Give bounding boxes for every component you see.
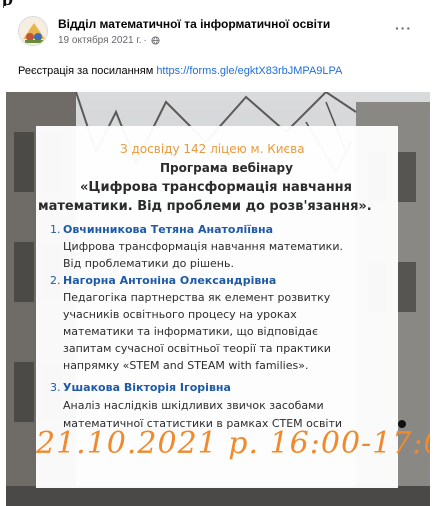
webinar-title-line-1: «Цифрова трансформація навчання — [80, 180, 353, 195]
bullet-dot — [398, 420, 406, 428]
speaker-2-topic-line-3: математики та інформатики, що відповідає — [63, 325, 319, 338]
speaker-1-number: 1. — [50, 223, 61, 236]
facebook-post-card: Відділ математичної та інформатичної осв… — [4, 6, 432, 506]
speaker-2-name: Нагорна Антоніна Олександрівна — [63, 274, 277, 287]
experience-line: З досвіду 142 ліцею м. Києва — [120, 142, 305, 156]
webinar-date-time: 21.10.2021 р. 16:00-17:00 — [36, 426, 430, 461]
post-text-prefix: Реєстрація за посиланням — [18, 65, 157, 77]
webinar-panel: З досвіду 142 ліцею м. Києва Програма ве… — [36, 126, 430, 488]
program-title: Програма вебінару — [160, 161, 293, 175]
post-date[interactable]: 19 октября 2021 г. — [58, 35, 142, 46]
speaker-1-topic-line-1: Цифрова трансформація навчання математик… — [63, 240, 343, 253]
webinar-title-line-2: математики. Від проблеми до розв'язання»… — [38, 199, 372, 214]
speaker-1-topic-line-2: Від проблематики до рішень. — [63, 257, 234, 270]
post-header: Відділ математичної та інформатичної осв… — [4, 6, 432, 56]
speaker-3-topic-line-1: Аналіз наслідків шкідливих звичок засоба… — [63, 399, 324, 412]
meta-separator: · — [143, 35, 147, 46]
post-meta: 19 октября 2021 г. · — [58, 35, 160, 46]
speaker-2-topic-line-1: Педагогіка партнерства як елемент розвит… — [63, 291, 331, 304]
globe-icon — [151, 36, 160, 45]
speaker-3-name: Ушакова Вікторія Ігорівна — [63, 381, 231, 394]
speaker-3-number: 3. — [50, 381, 61, 394]
registration-link[interactable]: https://forms.gle/egktX83rbJMPA9LPA — [156, 65, 342, 77]
speaker-2-topic-line-2: учасників освітнього процесу на уроках — [63, 308, 297, 321]
speaker-2-number: 2. — [50, 274, 61, 287]
organization-avatar[interactable] — [18, 16, 48, 46]
speaker-1-name: Овчинникова Тетяна Анатоліївна — [63, 223, 274, 236]
speaker-2-topic-line-4: запитам сучасної освітньої теорії та пра… — [63, 342, 331, 355]
avatar-image — [19, 17, 47, 45]
more-options-icon[interactable]: ··· — [395, 20, 412, 36]
speaker-2-topic-line-5: напрямку «STEM and STEAM with families». — [63, 359, 309, 372]
post-image[interactable]: З досвіду 142 ліцею м. Києва Програма ве… — [6, 92, 430, 506]
post-text: Реєстрація за посиланням https://forms.g… — [18, 65, 342, 77]
post-author-name[interactable]: Відділ математичної та інформатичної осв… — [58, 17, 330, 31]
